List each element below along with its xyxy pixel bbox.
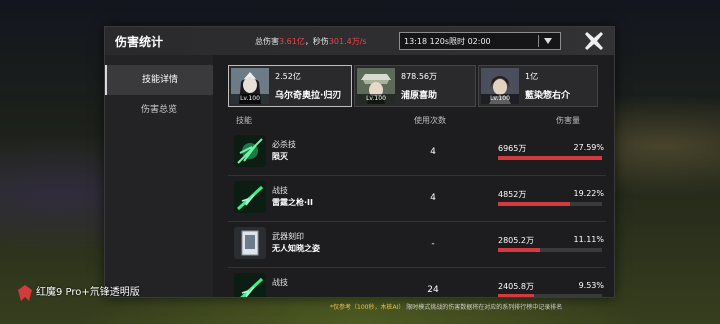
skill-name: 无人知晓之姿: [272, 244, 320, 253]
character-damage: 2.52亿: [275, 72, 301, 81]
damage-totals: 总伤害3.61亿，秒伤301.4万/s: [255, 36, 367, 47]
damage-share-fill: [498, 248, 540, 252]
dps-label: ，秒伤: [304, 37, 329, 46]
character-name: 藍染惣右介: [525, 91, 571, 101]
skill-damage: 4852万: [498, 190, 527, 199]
mode-select[interactable]: 13:18 120s限时 02:00: [399, 32, 561, 50]
chevron-down-icon: [544, 38, 552, 44]
header-damage: 伤害量: [556, 116, 580, 125]
character-damage: 878.56万: [401, 72, 437, 81]
tab-damage-overview[interactable]: 伤害总览: [105, 95, 213, 125]
header-skill: 技能: [236, 116, 252, 125]
character-card-ulquiorra[interactable]: Lv.100 2.52亿 乌尔奇奥拉·归刃: [228, 65, 352, 107]
skill-percent: 27.59%: [573, 143, 604, 152]
skill-damage: 2805.2万: [498, 236, 534, 245]
damage-share-fill: [498, 294, 534, 297]
damage-share-bar: [498, 202, 602, 206]
skill-row: 必杀技 陨灭 4 6965万 27.59%: [228, 129, 606, 176]
level-badge: Lv.100: [357, 94, 395, 104]
damage-share-fill: [498, 202, 571, 206]
sidebar: 技能详情 伤害总览: [105, 55, 213, 297]
total-damage-label: 总伤害: [255, 37, 279, 46]
tab-damage-overview-label: 伤害总览: [140, 105, 177, 115]
panel-title: 伤害统计: [115, 35, 164, 49]
skill-uses: 24: [427, 285, 439, 295]
skill-uses: -: [431, 239, 435, 249]
skill-uses: 4: [430, 193, 436, 203]
skill-row: 战技 雷霆之枪·II 4 4852万 19.22%: [228, 175, 606, 222]
character-damage: 1亿: [525, 72, 539, 81]
lightning-icon: [234, 273, 266, 297]
tab-skill-details[interactable]: 技能详情: [105, 65, 213, 95]
total-damage-value: 3.61亿: [279, 37, 305, 46]
red-magic-logo-icon: [18, 285, 32, 301]
close-icon: [585, 32, 603, 50]
burst-icon: [234, 135, 266, 167]
skill-percent: 9.53%: [578, 281, 604, 290]
mode-select-value: 13:18 120s限时 02:00: [404, 37, 491, 46]
damage-share-bar: [498, 156, 602, 160]
skill-uses: 4: [430, 147, 436, 157]
footer-note: *仅参考（100秒，木桩AI） 限时模式挑战的伤害数据将在对应的系列排行榜中记录…: [330, 302, 562, 311]
damage-share-fill: [498, 156, 602, 160]
skill-damage: 6965万: [498, 144, 527, 153]
damage-share-bar: [498, 294, 602, 297]
panel-titlebar: 伤害统计 总伤害3.61亿，秒伤301.4万/s 13:18 120s限时 02…: [105, 27, 614, 55]
damage-stats-panel: 伤害统计 总伤害3.61亿，秒伤301.4万/s 13:18 120s限时 02…: [104, 26, 615, 298]
character-name: 浦原喜助: [401, 91, 438, 101]
skill-row: 武器刻印 无人知晓之姿 - 2805.2万 11.11%: [228, 221, 606, 268]
skill-type: 武器刻印: [272, 232, 304, 241]
character-card-urahara[interactable]: Lv.100 878.56万 浦原喜助: [354, 65, 476, 107]
character-name: 乌尔奇奥拉·归刃: [275, 91, 342, 101]
skill-percent: 11.11%: [573, 235, 604, 244]
close-button[interactable]: [581, 28, 607, 54]
tab-skill-details-label: 技能详情: [141, 75, 178, 85]
skill-row: 战技 24 2405.8万 9.53%: [228, 267, 606, 297]
device-watermark: 红魔9 Pro+氘锋透明版: [36, 287, 140, 298]
skill-type: 战技: [272, 278, 288, 287]
level-badge: Lv.100: [481, 94, 519, 104]
header-uses: 使用次数: [414, 116, 446, 125]
skill-damage: 2405.8万: [498, 282, 534, 291]
footer-note-highlight: *仅参考（100秒，木桩AI）: [330, 304, 405, 311]
damage-share-bar: [498, 248, 602, 252]
footer-note-text: 限时模式挑战的伤害数据将在对应的系列排行榜中记录排名: [406, 304, 563, 311]
skill-percent: 19.22%: [573, 189, 604, 198]
level-badge: Lv.100: [231, 94, 269, 104]
skill-type: 必杀技: [272, 140, 296, 149]
lightning-icon: [234, 181, 266, 213]
skill-name: 雷霆之枪·II: [272, 198, 313, 207]
skill-name: 陨灭: [272, 152, 288, 161]
character-card-aizen[interactable]: Lv.100 1亿 藍染惣右介: [478, 65, 598, 107]
card-icon: [234, 227, 266, 259]
dps-value: 301.4万/s: [328, 37, 367, 46]
skill-table-header: 技能 使用次数 伤害量: [228, 113, 606, 127]
skill-type: 战技: [272, 186, 288, 195]
mode-select-divider: [538, 35, 539, 47]
